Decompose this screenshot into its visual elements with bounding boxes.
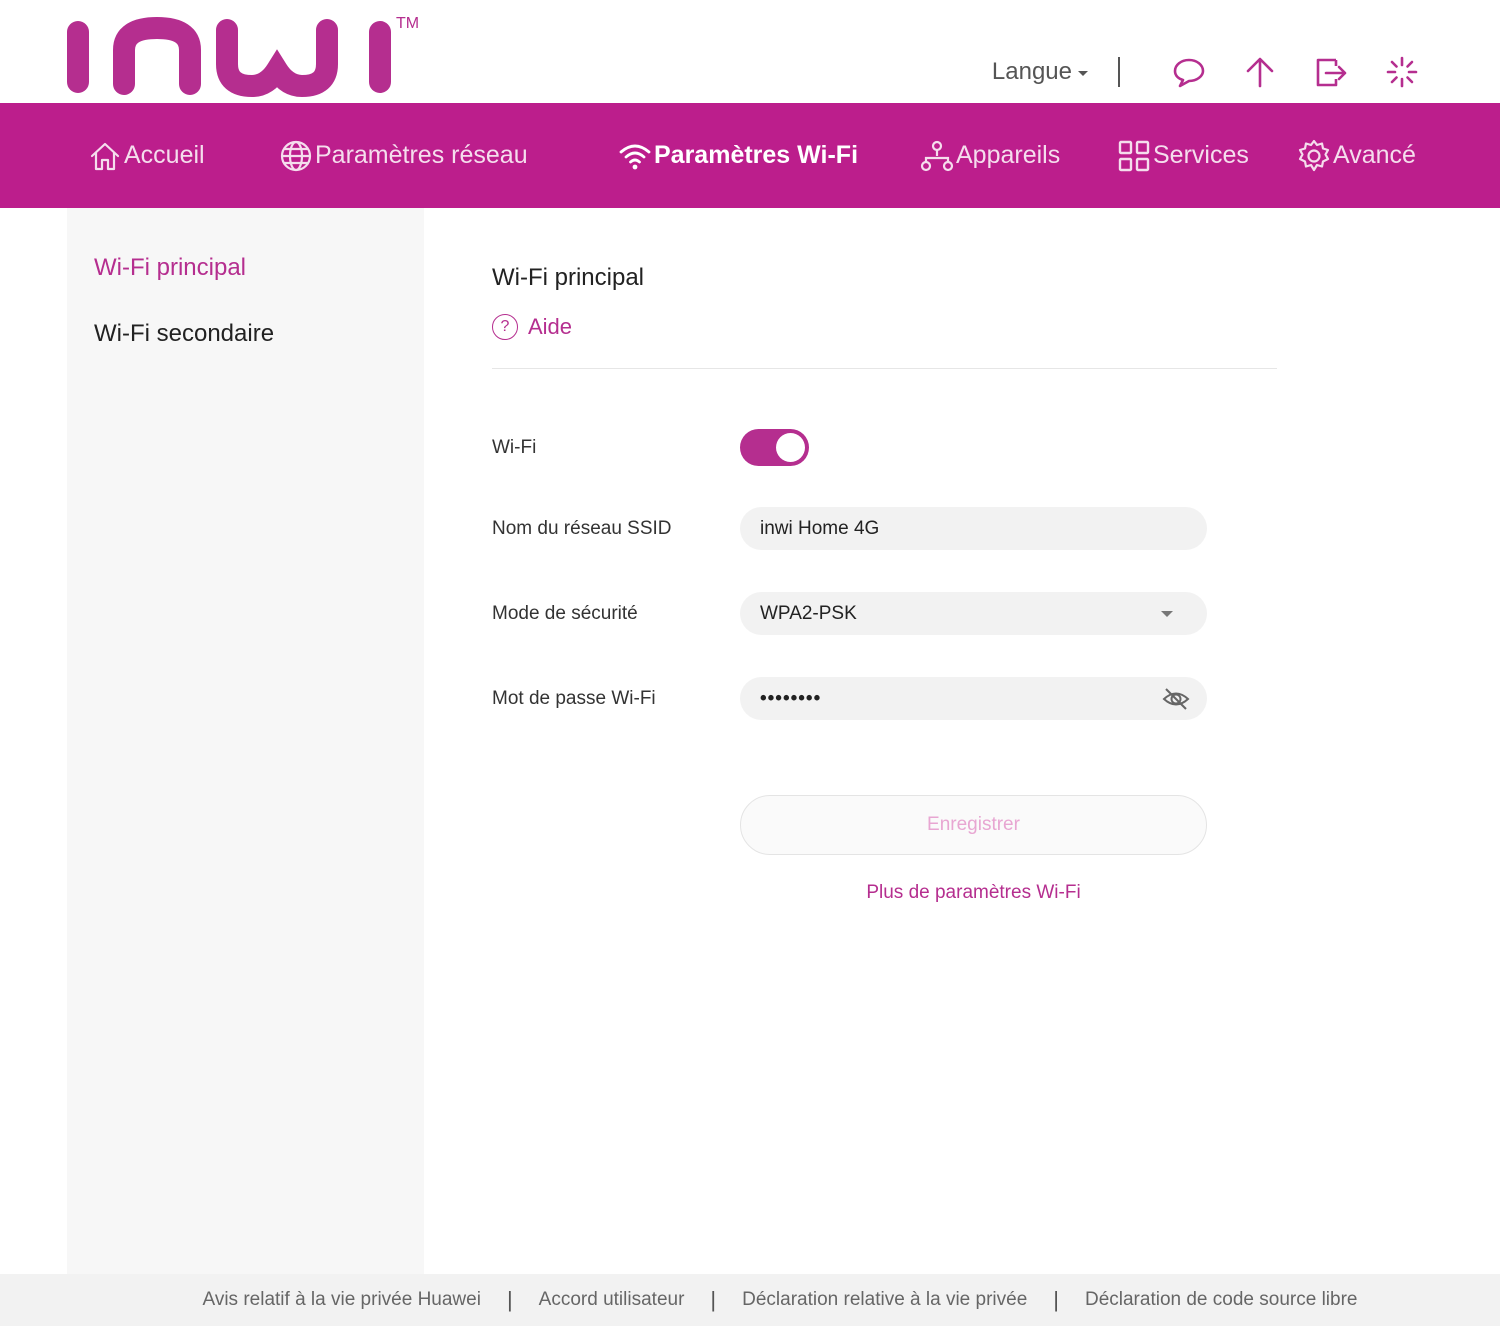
wifi-icon — [619, 144, 651, 169]
nav-item-avance[interactable]: Avancé — [1297, 103, 1416, 208]
trademark-label: TM — [396, 15, 419, 32]
main-nav: Accueil Paramètres réseau Paramètres Wi-… — [0, 103, 1500, 208]
ssid-input[interactable] — [760, 517, 1140, 540]
nav-label: Paramètres réseau — [315, 141, 528, 169]
nav-item-services[interactable]: Services — [1117, 103, 1249, 208]
loading-icon[interactable] — [1382, 52, 1422, 92]
divider — [492, 368, 1277, 369]
nav-label: Paramètres Wi-Fi — [654, 141, 859, 169]
wifi-toggle[interactable] — [740, 429, 809, 466]
header-divider — [1118, 57, 1120, 87]
footer-separator: | — [506, 1287, 513, 1312]
nav-label: Avancé — [1333, 141, 1416, 169]
language-selector[interactable]: Langue — [992, 58, 1088, 86]
sidebar-item-wifi-principal[interactable]: Wi-Fi principal — [94, 254, 246, 282]
upload-icon[interactable] — [1240, 52, 1280, 92]
more-wifi-settings-link[interactable]: Plus de paramètres Wi-Fi — [740, 882, 1207, 904]
footer-link-user-agreement[interactable]: Accord utilisateur — [539, 1289, 685, 1311]
footer-link-open-source[interactable]: Déclaration de code source libre — [1085, 1289, 1358, 1311]
wifi-label: Wi-Fi — [492, 437, 537, 458]
password-label: Mot de passe Wi-Fi — [492, 688, 656, 709]
globe-icon — [280, 140, 312, 171]
eye-off-icon[interactable] — [1161, 684, 1191, 714]
toggle-knob — [776, 433, 805, 462]
help-link[interactable]: ? Aide — [492, 314, 572, 340]
nav-item-parametres-reseau[interactable]: Paramètres réseau — [279, 103, 528, 208]
help-icon: ? — [492, 314, 518, 340]
nav-label: Accueil — [124, 141, 205, 169]
header-actions: Langue — [992, 52, 1422, 92]
nav-label: Services — [1153, 141, 1249, 169]
language-label: Langue — [991, 58, 1072, 85]
footer-link-privacy-statement[interactable]: Déclaration relative à la vie privée — [742, 1289, 1027, 1311]
sidebar: Wi-Fi principal Wi-Fi secondaire — [67, 208, 424, 1274]
chevron-down-icon — [1078, 71, 1088, 76]
chat-icon[interactable] — [1169, 52, 1209, 92]
home-icon — [90, 142, 120, 170]
footer: Avis relatif à la vie privée Huawei | Ac… — [0, 1274, 1500, 1326]
nav-item-accueil[interactable]: Accueil — [88, 103, 205, 208]
nav-label: Appareils — [956, 141, 1061, 169]
page-title: Wi-Fi principal — [492, 264, 645, 291]
ssid-field-wrapper — [740, 507, 1207, 550]
footer-separator: | — [1053, 1287, 1059, 1312]
security-label: Mode de sécurité — [492, 603, 638, 624]
grid-icon — [1118, 140, 1150, 171]
header: TM Langue — [0, 0, 1500, 103]
sidebar-item-wifi-secondaire[interactable]: Wi-Fi secondaire — [94, 320, 274, 348]
inwi-logo[interactable]: TM — [62, 10, 422, 98]
logout-icon[interactable] — [1311, 52, 1351, 92]
security-value: WPA2-PSK — [760, 602, 857, 624]
help-label: Aide — [528, 314, 573, 339]
nav-item-appareils[interactable]: Appareils — [920, 103, 1060, 208]
security-select[interactable]: WPA2-PSK — [740, 592, 1207, 635]
devices-icon — [920, 140, 954, 171]
footer-link-huawei-privacy[interactable]: Avis relatif à la vie privée Huawei — [203, 1289, 481, 1311]
ssid-label: Nom du réseau SSID — [492, 518, 672, 539]
save-button[interactable]: Enregistrer — [740, 795, 1207, 855]
password-value: •••••••• — [760, 687, 822, 709]
password-field[interactable]: •••••••• — [740, 677, 1207, 720]
settings-icon — [1298, 139, 1330, 171]
chevron-down-icon — [1161, 611, 1173, 617]
footer-separator: | — [710, 1287, 717, 1312]
nav-item-parametres-wifi[interactable]: Paramètres Wi-Fi — [618, 103, 858, 208]
